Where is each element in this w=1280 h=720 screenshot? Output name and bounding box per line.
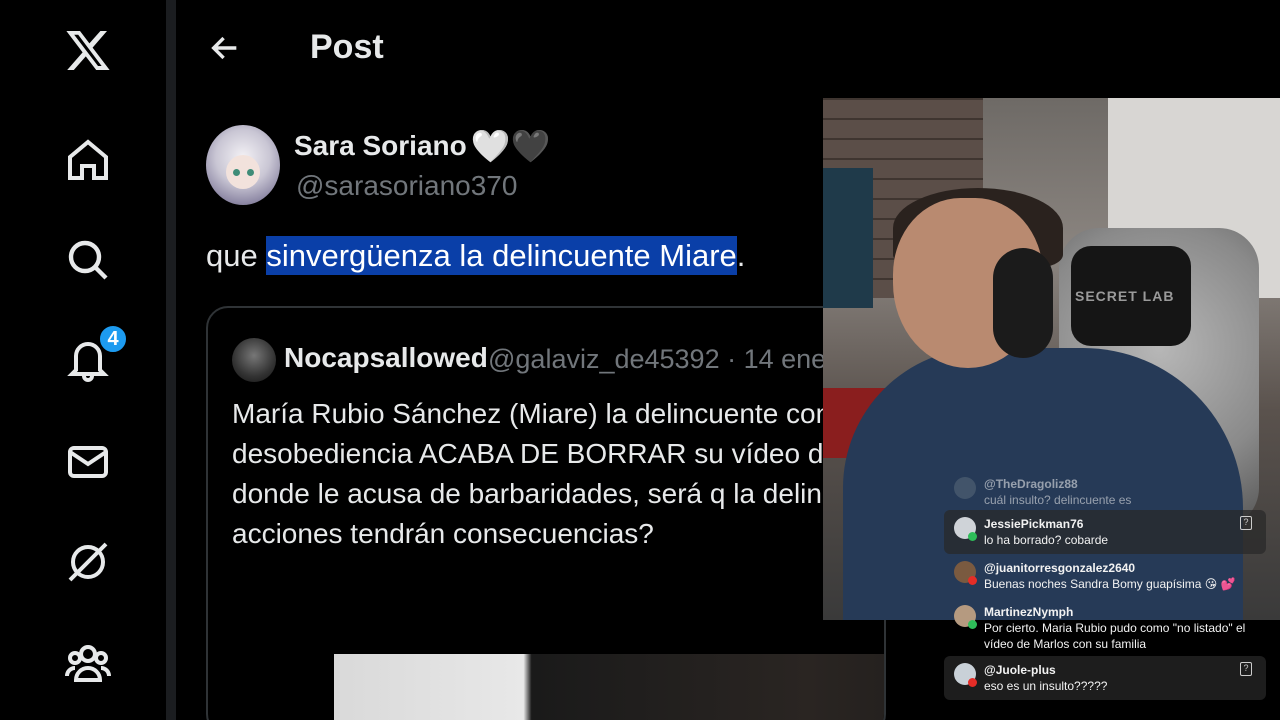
chat-username: @juanitorresgonzalez2640	[984, 561, 1136, 575]
author-emoji: 🤍🖤	[470, 128, 551, 164]
headphones	[993, 248, 1053, 358]
communities-icon[interactable]	[62, 636, 114, 688]
chat-username: @TheDragoliz88	[984, 477, 1078, 491]
quoted-author-avatar	[232, 338, 276, 382]
quoted-post[interactable]: Nocapsallowed @galaviz_de45392 · 14 ene.…	[206, 306, 886, 720]
author-name-row[interactable]: Sara Soriano 🤍🖤	[294, 130, 550, 162]
notifications-bell-icon[interactable]: 4	[62, 324, 128, 386]
author-name[interactable]: Sara Soriano	[294, 130, 467, 162]
chat-message: ? JessiePickman76 lo ha borrado? cobarde	[944, 510, 1266, 554]
sidebar-scrollbar[interactable]	[166, 0, 176, 720]
quoted-line: acciones tendrán consecuencias?	[232, 518, 654, 549]
flag-icon[interactable]: ?	[1240, 662, 1252, 676]
quoted-line: donde le acusa de barbaridades, será q l…	[232, 478, 852, 509]
search-icon[interactable]	[62, 234, 114, 286]
grok-icon[interactable]	[62, 536, 114, 588]
chat-text: Por cierto. Maria Rubio pudo como "no li…	[984, 621, 1246, 651]
post-text-start: que	[206, 238, 267, 273]
quoted-post-text: María Rubio Sánchez (Miare) la delincuen…	[232, 394, 884, 554]
quoted-author-name: Nocapsallowed	[284, 342, 488, 373]
chat-message: ? @Juole-plus eso es un insulto?????	[944, 656, 1266, 700]
notifications-badge: 4	[98, 324, 128, 354]
chat-text: lo ha borrado? cobarde	[984, 533, 1109, 547]
chat-text: eso es un insulto?????	[984, 679, 1108, 693]
quoted-line: desobediencia ACABA DE BORRAR su vídeo d…	[232, 438, 863, 469]
chat-message: @TheDragoliz88 cuál insulto? delincuente…	[944, 470, 1266, 514]
chat-text: cuál insulto? delincuente es	[984, 493, 1132, 507]
back-button[interactable]	[205, 28, 245, 68]
author-avatar[interactable]	[206, 125, 280, 205]
live-chat-overlay: @TheDragoliz88 cuál insulto? delincuente…	[944, 470, 1266, 706]
page-title: Post	[310, 28, 384, 66]
quoted-line: María Rubio Sánchez (Miare) la delincuen…	[232, 398, 847, 429]
quoted-media-thumbnail[interactable]	[334, 654, 884, 720]
flag-icon[interactable]: ?	[1240, 516, 1252, 530]
mail-icon[interactable]	[62, 436, 114, 488]
chat-username: @Juole-plus	[984, 663, 1056, 677]
home-icon[interactable]	[62, 134, 114, 186]
chat-username: MartinezNymph	[984, 605, 1074, 619]
quoted-author-meta: @galaviz_de45392 · 14 ene.	[488, 344, 834, 374]
chat-message: @juanitorresgonzalez2640 Buenas noches S…	[944, 554, 1266, 598]
post-text-end: .	[736, 238, 746, 273]
x-logo-icon[interactable]	[62, 24, 114, 76]
chair-logo: SECRET LAB	[1075, 288, 1175, 304]
author-handle[interactable]: @sarasoriano370	[296, 170, 517, 202]
chat-username: JessiePickman76	[984, 517, 1084, 531]
selected-text: sinvergüenza la delincuente Miare	[266, 236, 737, 275]
chat-message: MartinezNymph Por cierto. Maria Rubio pu…	[944, 598, 1266, 658]
chat-text: Buenas noches Sandra Bomy guapísima 😘 💕	[984, 577, 1236, 591]
arrow-left-icon	[211, 36, 237, 60]
sidebar: 4	[0, 0, 166, 720]
post-text: que sinvergüenza la delincuente Miare.	[206, 236, 746, 275]
